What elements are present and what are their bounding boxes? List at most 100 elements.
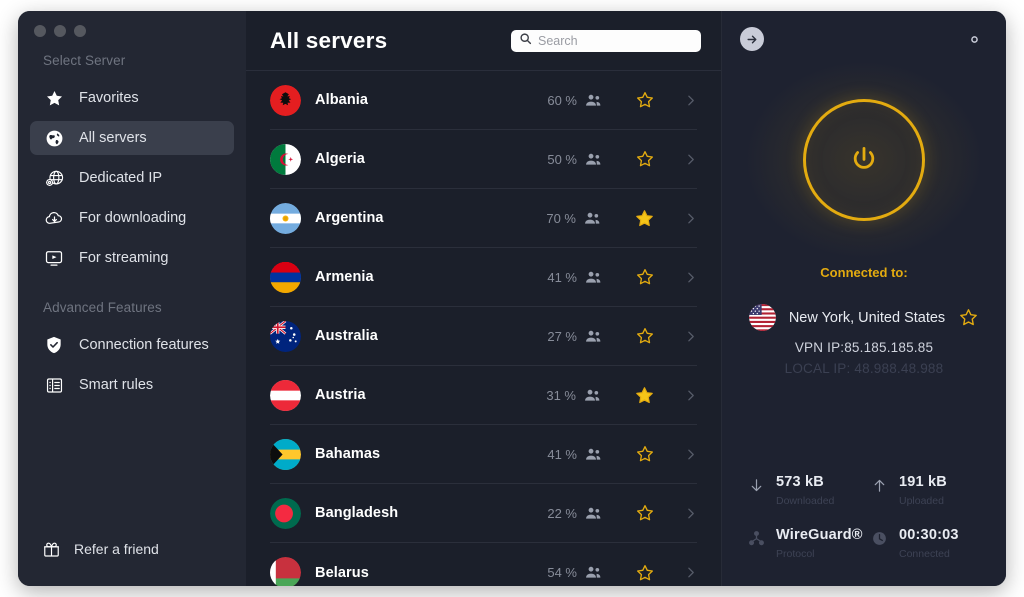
flag-algeria bbox=[270, 143, 301, 175]
sidebar-item-label: Connection features bbox=[79, 337, 209, 353]
search-input[interactable]: Search bbox=[538, 34, 578, 48]
sidebar-item-all-servers[interactable]: All servers bbox=[30, 121, 234, 155]
maximize-button[interactable] bbox=[74, 25, 86, 37]
sidebar-section-advanced-features: Advanced Features bbox=[43, 300, 162, 315]
favorite-toggle[interactable] bbox=[635, 326, 655, 346]
country-name: Albania bbox=[315, 92, 369, 108]
clock-icon bbox=[869, 527, 889, 549]
people-icon bbox=[585, 271, 602, 284]
sidebar-item-smart-rules[interactable]: Smart rules bbox=[30, 368, 234, 402]
connected-location-row: New York, United States bbox=[722, 304, 1006, 331]
people-icon bbox=[585, 566, 602, 579]
flag-armenia bbox=[270, 261, 301, 293]
globe-icon bbox=[43, 127, 65, 149]
table-row[interactable]: Algeria 50 % bbox=[270, 130, 697, 189]
sidebar-item-for-downloading[interactable]: For downloading bbox=[30, 201, 234, 235]
sidebar-item-label: Smart rules bbox=[79, 377, 154, 393]
search-box[interactable]: Search bbox=[511, 29, 701, 52]
server-load: 41 % bbox=[547, 446, 577, 462]
window-traffic-lights bbox=[18, 11, 246, 45]
favorite-toggle[interactable] bbox=[634, 208, 655, 229]
arrow-down-icon bbox=[746, 474, 766, 496]
sidebar-item-favorites[interactable]: Favorites bbox=[30, 81, 234, 115]
server-list-pane: All servers Search Albania 60 % Algeria … bbox=[246, 11, 722, 586]
chevron-right-icon[interactable] bbox=[684, 153, 697, 166]
favorite-toggle[interactable] bbox=[635, 149, 655, 169]
table-row[interactable]: Bangladesh 22 % bbox=[270, 484, 697, 543]
search-icon bbox=[519, 32, 532, 50]
gear-icon[interactable] bbox=[964, 29, 985, 50]
connection-panel: Connected to: New York, United States VP… bbox=[722, 11, 1006, 586]
favorite-toggle[interactable] bbox=[634, 385, 655, 406]
flag-bangladesh bbox=[270, 497, 301, 529]
gift-icon bbox=[40, 538, 62, 560]
people-icon bbox=[585, 330, 602, 343]
server-load: 50 % bbox=[547, 151, 577, 167]
arrow-up-icon bbox=[869, 474, 889, 496]
favorite-toggle[interactable] bbox=[635, 90, 655, 110]
chevron-right-icon[interactable] bbox=[684, 212, 697, 225]
arrow-right-circle-icon[interactable] bbox=[740, 27, 764, 51]
chevron-right-icon[interactable] bbox=[684, 507, 697, 520]
favorite-toggle-connected[interactable] bbox=[958, 307, 979, 328]
table-row[interactable]: Belarus 54 % bbox=[270, 543, 697, 586]
chevron-right-icon[interactable] bbox=[684, 330, 697, 343]
favorite-toggle[interactable] bbox=[635, 563, 655, 583]
server-load: 70 % bbox=[546, 210, 576, 226]
people-icon bbox=[584, 212, 601, 225]
flag-argentina bbox=[270, 202, 301, 234]
people-icon bbox=[585, 153, 602, 166]
table-row[interactable]: Austria 31 % bbox=[270, 366, 697, 425]
favorite-toggle[interactable] bbox=[635, 503, 655, 523]
sidebar-item-label: Favorites bbox=[79, 90, 139, 106]
stat-value: WireGuard® bbox=[776, 527, 863, 543]
favorite-toggle[interactable] bbox=[635, 267, 655, 287]
stat-caption: Protocol bbox=[776, 548, 815, 560]
chevron-right-icon[interactable] bbox=[684, 389, 697, 402]
country-name: Bahamas bbox=[315, 446, 381, 462]
chevron-right-icon[interactable] bbox=[684, 94, 697, 107]
local-ip-text: LOCAL IP: 48.988.48.988 bbox=[784, 361, 944, 376]
stat-value: 573 kB bbox=[776, 474, 824, 490]
star-icon bbox=[43, 87, 65, 109]
refer-a-friend-button[interactable]: Refer a friend bbox=[18, 538, 246, 586]
flag-austria bbox=[270, 379, 301, 411]
rules-grid-icon bbox=[43, 374, 65, 396]
stat-protocol: WireGuard® Protocol bbox=[746, 526, 869, 562]
chevron-right-icon[interactable] bbox=[684, 566, 697, 579]
connection-panel-toolbar bbox=[722, 11, 1006, 67]
flag-albania bbox=[270, 84, 301, 116]
server-load: 41 % bbox=[547, 269, 577, 285]
table-row[interactable]: Argentina 70 % bbox=[270, 189, 697, 248]
chevron-right-icon[interactable] bbox=[684, 271, 697, 284]
sidebar-item-for-streaming[interactable]: For streaming bbox=[30, 241, 234, 275]
minimize-button[interactable] bbox=[54, 25, 66, 37]
people-icon bbox=[585, 448, 602, 461]
stat-downloaded: 573 kB Downloaded bbox=[746, 473, 869, 509]
sidebar-section-select-server: Select Server bbox=[43, 53, 126, 68]
favorite-toggle[interactable] bbox=[635, 444, 655, 464]
people-icon bbox=[585, 507, 602, 520]
table-row[interactable]: Albania 60 % bbox=[270, 71, 697, 130]
power-button-area bbox=[722, 60, 1006, 260]
table-row[interactable]: Armenia 41 % bbox=[270, 248, 697, 307]
sidebar-item-label: Dedicated IP bbox=[79, 170, 163, 186]
people-icon bbox=[584, 389, 601, 402]
chevron-right-icon[interactable] bbox=[684, 448, 697, 461]
connected-location-name: New York, United States bbox=[788, 309, 946, 326]
power-button[interactable] bbox=[803, 99, 925, 221]
server-rows: Albania 60 % Algeria 50 % Argentina 70 %… bbox=[246, 71, 721, 586]
country-name: Belarus bbox=[315, 564, 369, 581]
table-row[interactable]: Australia 27 % bbox=[270, 307, 697, 366]
monitor-play-icon bbox=[43, 247, 65, 269]
sidebar-item-dedicated-ip[interactable]: Dedicated IP bbox=[30, 161, 234, 195]
stat-value: 191 kB bbox=[899, 474, 947, 490]
app-window: Select Server Favorites All servers Dedi… bbox=[18, 11, 1006, 586]
sidebar-item-connection-features[interactable]: Connection features bbox=[30, 328, 234, 362]
close-button[interactable] bbox=[34, 25, 46, 37]
refer-a-friend-label: Refer a friend bbox=[74, 541, 159, 557]
country-name: Austria bbox=[315, 387, 366, 403]
server-load: 22 % bbox=[547, 505, 577, 521]
table-row[interactable]: Bahamas 41 % bbox=[270, 425, 697, 484]
